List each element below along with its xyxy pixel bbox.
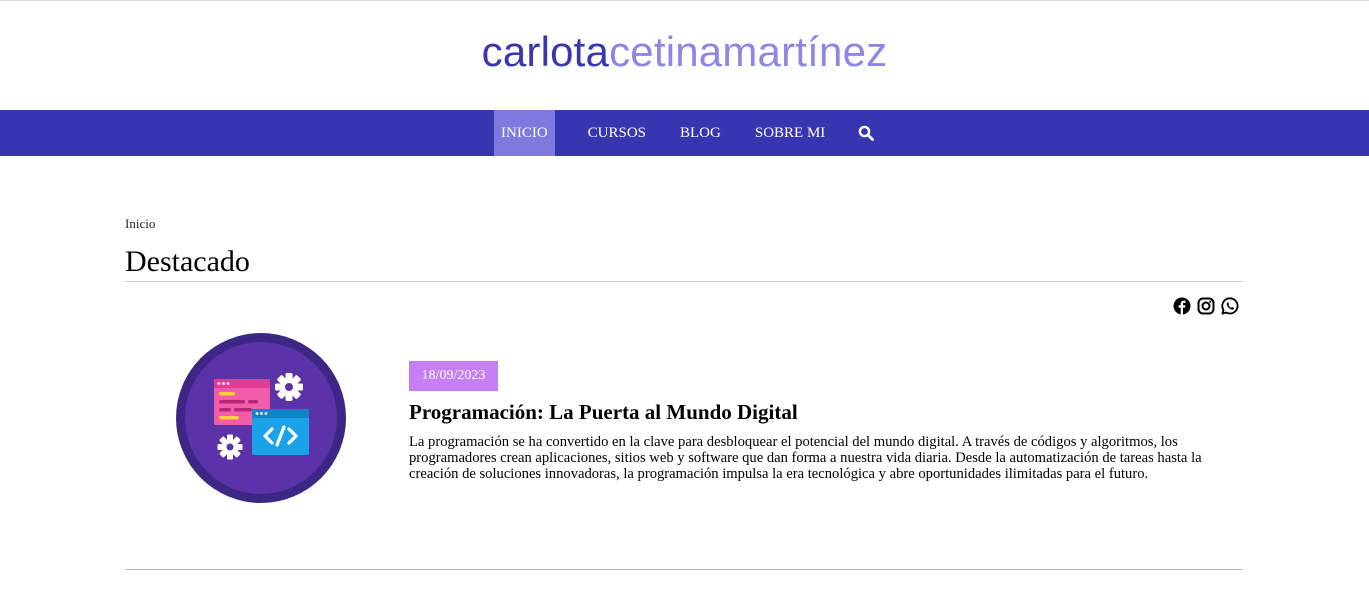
nav-item-sobre-mi[interactable]: SOBRE MI: [748, 110, 832, 156]
search-icon[interactable]: [852, 110, 880, 156]
title-divider: [125, 281, 1243, 282]
nav-item-blog[interactable]: BLOG: [673, 110, 728, 156]
page-title: Destacado: [125, 245, 250, 278]
logo-part-1: carlota: [481, 28, 610, 75]
social-links: [1173, 297, 1239, 315]
top-divider: [0, 0, 1369, 1]
logo-part-2: cetinamartínez: [609, 28, 888, 75]
programming-illustration-icon[interactable]: [176, 333, 346, 503]
breadcrumb[interactable]: Inicio: [125, 216, 155, 232]
main-nav: INICIO CURSOS BLOG SOBRE MI: [0, 110, 1369, 156]
post-date-badge: 18/09/2023: [409, 361, 498, 391]
post-title[interactable]: Programación: La Puerta al Mundo Digital: [409, 400, 798, 425]
whatsapp-icon[interactable]: [1221, 297, 1239, 315]
site-logo[interactable]: carlotacetinamartínez: [0, 28, 1369, 76]
section-divider: [125, 569, 1243, 570]
facebook-icon[interactable]: [1173, 297, 1191, 315]
instagram-icon[interactable]: [1197, 297, 1215, 315]
nav-item-inicio[interactable]: INICIO: [494, 110, 555, 156]
nav-item-cursos[interactable]: CURSOS: [581, 110, 653, 156]
post-excerpt: La programación se ha convertido en la c…: [409, 434, 1202, 482]
